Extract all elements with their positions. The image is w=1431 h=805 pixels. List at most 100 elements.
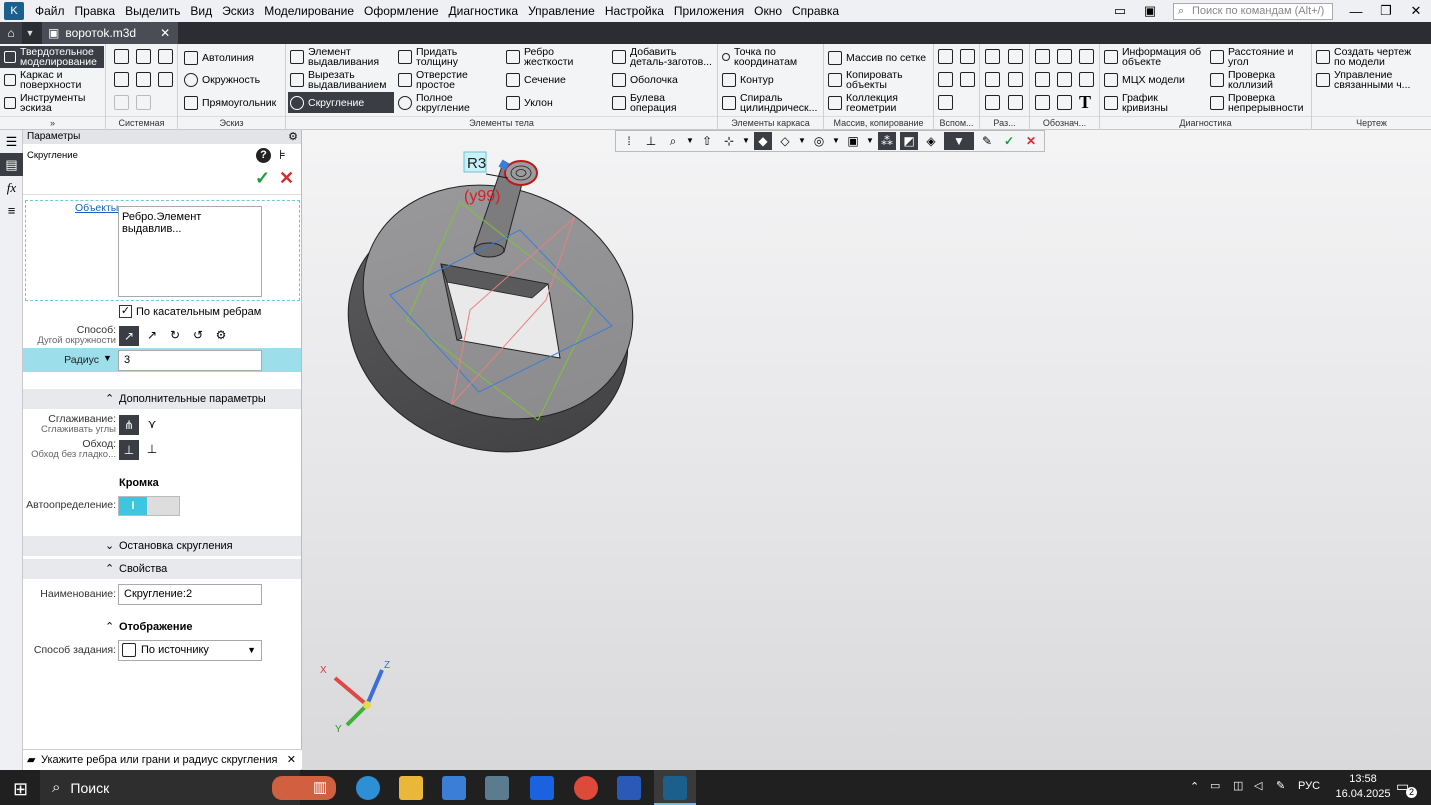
rectangle-button[interactable]: Прямоугольник [184,96,276,110]
volume-icon[interactable]: ◁ [1254,779,1262,792]
menu-settings[interactable]: Настройка [600,0,669,22]
menu-modeling[interactable]: Моделирование [259,0,359,22]
boolean-button[interactable]: Булева операция [612,93,712,113]
cut-extrude-button[interactable]: Вырезать выдавливанием [290,70,394,90]
rib-button[interactable]: Ребро жесткости [506,47,606,67]
pdf-app-icon[interactable] [530,776,554,800]
undo-icon[interactable] [114,95,129,110]
method-chord-icon[interactable]: ↗ [142,326,162,346]
mode-solid[interactable]: Твердотельное моделирование [0,46,104,68]
aux-line-icon[interactable] [938,95,953,110]
split-icon[interactable] [985,49,1000,64]
variables-icon[interactable]: fx [0,176,23,199]
mode-sketch-tools[interactable]: Инструменты эскиза [0,92,104,114]
menu-apps[interactable]: Приложения [669,0,749,22]
grid-icon[interactable] [985,95,1000,110]
name-input[interactable]: Скругление:2 [118,584,262,605]
text-icon[interactable]: T [1079,92,1091,113]
save-icon[interactable] [158,49,173,64]
battery-icon[interactable]: ◫ [1233,779,1243,792]
add-part-button[interactable]: Добавить деталь-заготов... [612,47,716,67]
no-smooth-icon[interactable]: ⋎ [142,415,162,435]
menu-diagnostics[interactable]: Диагностика [444,0,524,22]
disc-icon[interactable] [1008,72,1023,87]
linked-drawings-button[interactable]: Управление связанными ч... [1316,70,1428,90]
point-coords-button[interactable]: Точка по координатам [722,47,822,67]
helix-button[interactable]: Спираль цилиндрическ... [722,93,822,113]
objects-list[interactable]: Ребро.Элемент выдавлив... [118,206,262,297]
dim-icon[interactable] [1035,72,1050,87]
cancel-close-icon[interactable]: ✕ [279,168,294,189]
save-as-icon[interactable] [158,72,173,87]
redo-icon[interactable] [136,95,151,110]
file-explorer-icon[interactable] [399,776,423,800]
taskbar-search-box[interactable]: ⌕ Поиск [40,770,336,805]
axis-icon[interactable] [960,49,975,64]
tolerance-icon[interactable] [1057,95,1072,110]
mode-frame[interactable]: Каркас и поверхности [0,69,104,91]
open-file-icon[interactable] [136,49,151,64]
menu-manage[interactable]: Управление [523,0,600,22]
ribbon-modes-expand-icon[interactable]: » [0,116,105,130]
gear-icon[interactable] [985,72,1000,87]
fillet-button[interactable]: Скругление [288,92,394,113]
lcs-icon[interactable] [960,72,975,87]
clock-date[interactable]: 16.04.2025 [1328,788,1398,800]
clock-time[interactable]: 13:58 [1338,773,1388,785]
hint-close-icon[interactable]: ✕ [287,750,296,770]
model-tree-icon[interactable]: ☰ [0,130,23,153]
tray-chevron-up-icon[interactable]: ⌃ [1190,780,1199,793]
thicken-button[interactable]: Придать толщину [398,47,498,67]
word-icon[interactable] [617,776,641,800]
object-info-button[interactable]: Информация об объекте [1104,47,1210,67]
roughness-icon[interactable] [1079,49,1094,64]
print-icon[interactable] [114,72,129,87]
mark-icon[interactable] [1057,49,1072,64]
radius-input[interactable]: 3 [118,350,262,371]
method-variable-icon[interactable]: ↻ [165,326,185,346]
task-view-icon[interactable]: ▥ [313,778,327,796]
curvature-button[interactable]: График кривизны [1104,93,1210,113]
mode-select[interactable]: По источнику ▼ [118,640,262,661]
ok-check-icon[interactable]: ✓ [255,168,270,189]
model-canvas[interactable]: R3 (у99) X Y Z [302,130,1431,770]
maximize-icon[interactable]: ❐ [1371,3,1401,19]
layers-icon[interactable]: ≡ [0,199,23,222]
mass-props-button[interactable]: МЦХ модели [1104,73,1185,87]
hole-button[interactable]: Отверстие простое [398,70,498,90]
menu-design[interactable]: Оформление [359,0,443,22]
geometry-collection-button[interactable]: Коллекция геометрии [828,93,932,113]
autoline-button[interactable]: Автолиния [184,51,254,65]
edge-browser-icon[interactable] [356,776,380,800]
bypass-smooth-icon[interactable]: ⊥ [142,440,162,460]
method-conic-icon[interactable]: ↺ [188,326,208,346]
home-icon[interactable]: ⌂ [0,22,22,44]
tangent-edges-checkbox[interactable]: ✓ По касательным ребрам [119,305,261,318]
smooth-corners-icon[interactable]: ⋔ [119,415,139,435]
continuity-check-button[interactable]: Проверка непрерывности [1210,93,1310,113]
menu-help[interactable]: Справка [787,0,844,22]
app-logo-icon[interactable]: K [4,2,24,20]
circle-button[interactable]: Окружность [184,73,260,87]
create-drawing-button[interactable]: Создать чертеж по модели [1316,47,1428,67]
shell-button[interactable]: Оболочка [612,73,678,87]
collapse-chevron-icon[interactable]: ⌃ [105,620,114,633]
draft-button[interactable]: Уклон [506,96,553,110]
language-indicator[interactable]: РУС [1298,780,1320,792]
command-search-input[interactable]: Поиск по командам (Alt+/) [1173,2,1333,20]
minimize-icon[interactable]: — [1341,4,1371,19]
help-icon[interactable]: ? [256,148,271,163]
section-button[interactable]: Сечение [506,73,566,87]
menu-window[interactable]: Окно [749,0,787,22]
offset-plane-icon[interactable] [938,72,953,87]
base-icon[interactable] [1079,72,1094,87]
dimension-label[interactable]: R3 [467,155,486,172]
menu-edit[interactable]: Правка [70,0,121,22]
menu-file[interactable]: Файл [30,0,70,22]
contour-button[interactable]: Контур [722,73,774,87]
leader-icon[interactable] [1035,95,1050,110]
full-fillet-button[interactable]: Полное скругление [398,93,498,113]
radius-dropdown-icon[interactable]: ▼ [103,353,112,363]
preview-icon[interactable] [136,72,151,87]
pen-icon[interactable]: ✎ [1276,779,1285,792]
